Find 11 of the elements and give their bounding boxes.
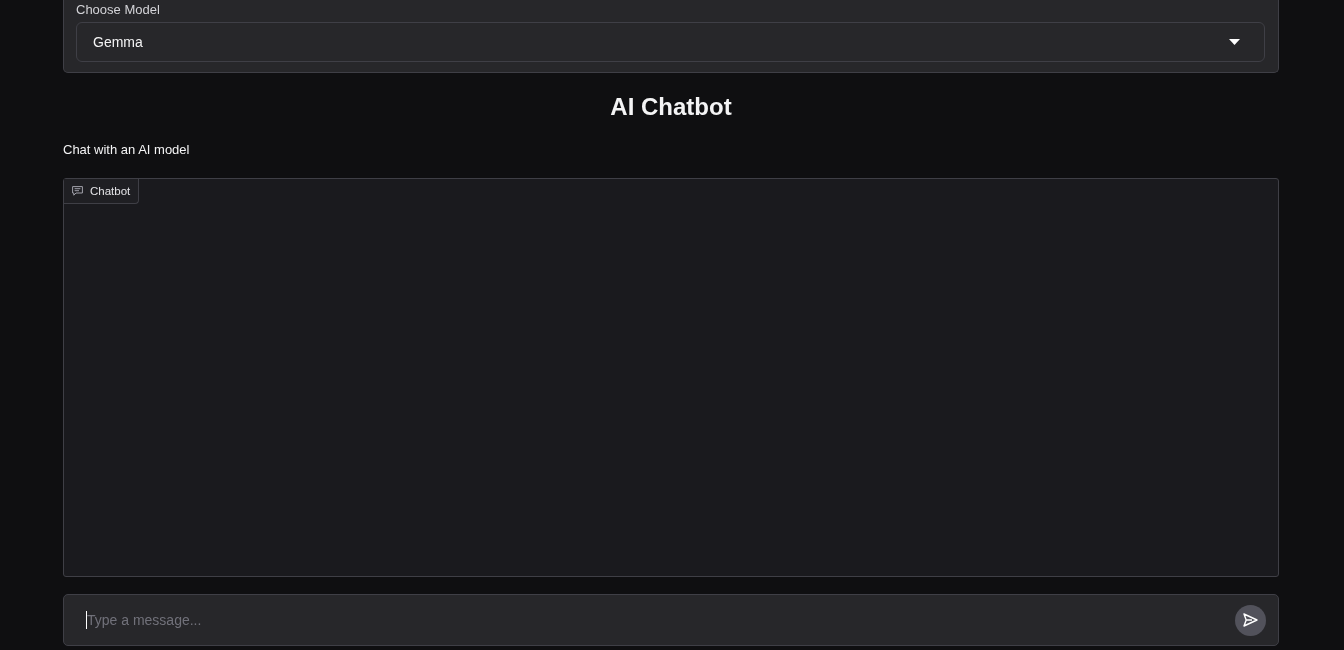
send-button[interactable]: [1235, 604, 1266, 636]
message-input[interactable]: Type a message...: [87, 608, 1219, 632]
caret-icon: [1229, 39, 1240, 45]
field-label: Choose Model: [76, 2, 160, 18]
send-icon: [1243, 613, 1258, 627]
panel-label: Chatbot: [90, 184, 131, 198]
page-title: AI Chatbot: [610, 93, 732, 121]
chat-bubble-icon: [72, 186, 83, 196]
model-dropdown[interactable]: Gemma: [76, 22, 1265, 62]
message-bar[interactable]: Type a message...: [63, 594, 1279, 646]
page-subtitle: Chat with an AI model: [63, 141, 190, 159]
